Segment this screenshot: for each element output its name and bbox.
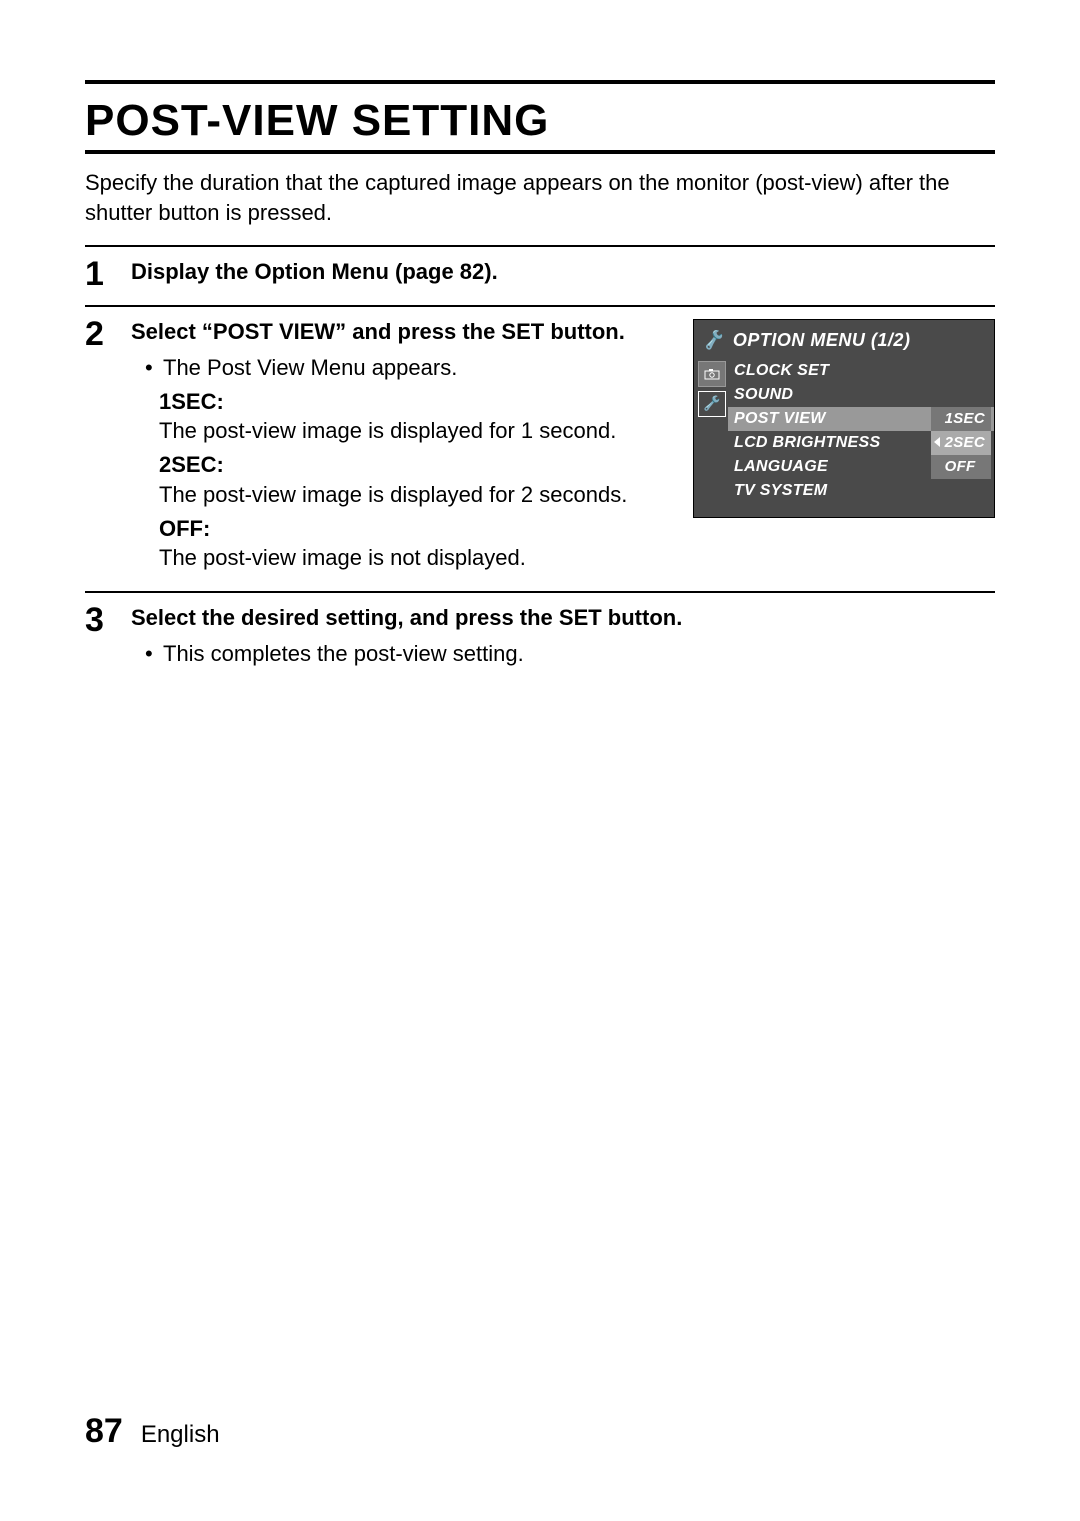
osd-popup: 1SEC 2SEC OFF (931, 407, 991, 479)
option-label: 1SEC: (159, 387, 665, 417)
step-number: 3 (85, 603, 113, 637)
manual-page: POST-VIEW SETTING Specify the duration t… (0, 0, 1080, 1521)
step-number: 1 (85, 257, 113, 291)
osd-row-tv-system: TV SYSTEM (728, 479, 994, 503)
wrench-tab-icon: 🔧 (698, 391, 726, 417)
option-label: OFF: (159, 514, 665, 544)
option-desc: The post-view image is not displayed. (159, 543, 665, 573)
step-rule-2 (85, 305, 995, 307)
wrench-icon: 🔧 (704, 328, 727, 352)
step-3: 3 Select the desired setting, and press … (85, 603, 995, 668)
option-desc: The post-view image is displayed for 1 s… (159, 416, 665, 446)
step-1: 1 Display the Option Menu (page 82). (85, 257, 995, 291)
step-heading: Display the Option Menu (page 82). (131, 257, 995, 287)
title-rule (85, 150, 995, 154)
popup-item-1sec: 1SEC (931, 407, 991, 431)
step-number: 2 (85, 317, 113, 351)
intro-text: Specify the duration that the captured i… (85, 168, 995, 227)
bullet-text: This completes the post-view setting. (163, 639, 524, 669)
step-rule-1 (85, 245, 995, 247)
osd-menu-list: CLOCK SET SOUND POST VIEW LCD BRIGHTNESS… (728, 359, 994, 503)
option-label: 2SEC: (159, 450, 665, 480)
osd-screen: 🔧 OPTION MENU (1/2) 🔧 CLOCK SET SOUND PO… (693, 319, 995, 517)
language-label: English (141, 1421, 220, 1449)
osd-row-sound: SOUND (728, 383, 994, 407)
step-rule-3 (85, 591, 995, 593)
osd-row-clock-set: CLOCK SET (728, 359, 994, 383)
bullet-dot: • (145, 639, 155, 669)
osd-title-bar: 🔧 OPTION MENU (1/2) (694, 320, 994, 358)
step-heading: Select the desired setting, and press th… (131, 603, 995, 633)
osd-row-lcd-brightness: LCD BRIGHTNESS 1SEC 2SEC OFF (728, 431, 994, 455)
bullet-dot: • (145, 353, 155, 383)
bullet-item: • The Post View Menu appears. (145, 353, 665, 383)
bullet-text: The Post View Menu appears. (163, 353, 457, 383)
page-title: POST-VIEW SETTING (85, 96, 995, 146)
step-heading: Select “POST VIEW” and press the SET but… (131, 317, 665, 347)
page-number: 87 (85, 1412, 123, 1451)
option-desc: The post-view image is displayed for 2 s… (159, 480, 665, 510)
camera-tab-icon (698, 361, 726, 387)
bullet-item: • This completes the post-view setting. (145, 639, 995, 669)
step-2: 2 Select “POST VIEW” and press the SET b… (85, 317, 995, 573)
page-footer: 87 English (85, 1412, 220, 1451)
popup-item-off: OFF (931, 455, 991, 479)
osd-title-text: OPTION MENU (1/2) (733, 328, 911, 352)
osd-tab-strip: 🔧 (694, 359, 728, 503)
top-rule (85, 80, 995, 84)
popup-item-2sec: 2SEC (931, 431, 991, 455)
